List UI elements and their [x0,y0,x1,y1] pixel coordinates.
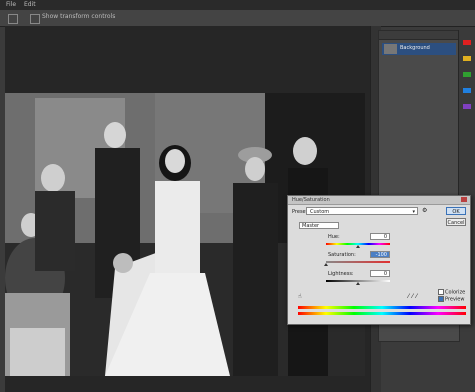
transform-checkbox[interactable] [30,14,40,24]
menu-item-file[interactable]: File [6,1,16,8]
saturation-label: Saturation: [328,252,356,258]
transform-checkbox-label: Show transform controls [42,13,116,20]
preview-label: Preview [445,296,465,303]
saturation-slider-thumb[interactable] [324,263,328,266]
menu-bar: File Edit [0,0,475,10]
swatch-yellow[interactable] [463,56,471,61]
swatch-purple[interactable] [463,104,471,109]
hue-label: Hue: [328,234,340,240]
preset-options-icon[interactable]: ⚙ [422,207,427,214]
hue-slider-thumb[interactable] [356,245,360,248]
colorize-option[interactable]: Colorize [438,289,465,296]
hue-value-field[interactable]: 0 [370,233,390,240]
close-icon[interactable] [461,197,467,202]
lightness-slider-thumb[interactable] [356,282,360,285]
layer-thumbnail [384,44,397,54]
menu-item-edit[interactable]: Edit [24,1,36,8]
eyedropper-icons[interactable]: ⁄⁄⁄ [408,293,420,300]
lightness-value-field[interactable]: 0 [370,270,390,277]
tool-icon[interactable] [8,14,18,24]
layer-name: Background [400,45,430,51]
preview-checkbox[interactable] [438,296,444,302]
output-color-bar [298,312,466,315]
dialog-title: Hue/Saturation [292,197,330,203]
options-bar: Show transform controls [0,10,475,27]
colorize-label: Colorize [445,289,466,296]
lightness-label: Lightness: [328,271,354,277]
preview-option[interactable]: Preview [438,296,464,303]
layer-row-background[interactable]: Background [382,43,456,55]
saturation-value-field[interactable]: -100 [370,251,390,258]
edit-range-select[interactable]: Master [299,222,339,229]
swatch-blue[interactable] [463,88,471,93]
swatch-green[interactable] [463,72,471,77]
chevron-down-icon: ▾ [412,209,415,215]
saturation-slider-track[interactable] [326,261,390,263]
swatch-red[interactable] [463,40,471,45]
preset-select[interactable]: Custom ▾ [306,207,418,215]
edit-range-value: Master [302,223,320,229]
input-color-bar [298,306,466,309]
hand-icon[interactable]: ☝ [298,293,302,300]
layers-panel-header[interactable] [379,31,459,40]
cancel-button[interactable]: Cancel [446,218,466,226]
colorize-checkbox[interactable] [438,289,444,295]
ok-button[interactable]: OK [446,207,466,215]
hue-saturation-dialog: Hue/Saturation Preset: Custom ▾ ⚙ OK Can… [287,195,471,325]
preset-value: Custom [310,209,330,215]
dialog-titlebar[interactable]: Hue/Saturation [288,196,470,205]
